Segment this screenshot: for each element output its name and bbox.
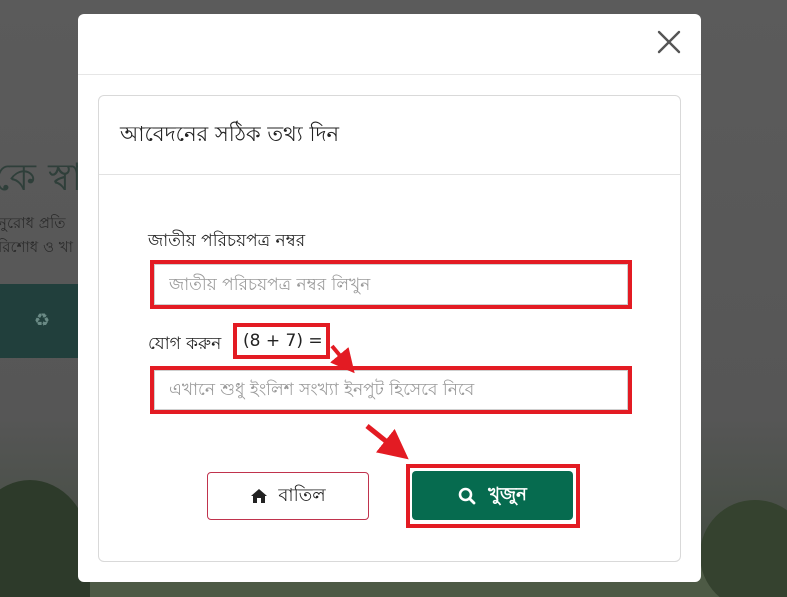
nid-input-highlight (150, 260, 632, 309)
cancel-button[interactable]: বাতিল (207, 472, 369, 520)
application-modal: আবেদনের সঠিক তথ্য দিন জাতীয় পরিচয়পত্র … (78, 14, 701, 582)
captcha-input[interactable] (154, 370, 628, 410)
close-button[interactable] (655, 28, 683, 56)
background-tree (700, 500, 787, 597)
search-icon (458, 487, 476, 505)
nid-label: জাতীয় পরিচয়পত্র নম্বর (148, 231, 306, 251)
form-card: আবেদনের সঠিক তথ্য দিন জাতীয় পরিচয়পত্র … (98, 95, 681, 562)
cancel-button-label: বাতিল (278, 484, 326, 506)
card-header: আবেদনের সঠিক তথ্য দিন (99, 96, 680, 175)
background-banner: ♻ (0, 284, 82, 358)
nid-input[interactable] (154, 264, 628, 305)
search-button[interactable]: খুজুন (412, 471, 573, 520)
close-icon (655, 28, 683, 56)
annotation-arrow (365, 424, 409, 460)
background-text-line: রিশোধ ও খা (0, 238, 73, 256)
modal-header (78, 14, 701, 75)
card-title: আবেদনের সঠিক তথ্য দিন (120, 122, 340, 146)
background-heading: কে স্বা (0, 155, 83, 199)
background-tree (0, 480, 90, 597)
background-text-line: নুরোধ প্রতি (0, 214, 66, 232)
captcha-input-highlight (150, 366, 632, 414)
home-icon (250, 488, 268, 504)
recycle-icon: ♻ (34, 310, 51, 331)
annotation-arrow (330, 344, 355, 374)
captcha-equation: (8 + 7) = (233, 323, 330, 359)
search-button-label: খুজুন (488, 484, 527, 505)
captcha-label: যোগ করুন (148, 334, 222, 354)
